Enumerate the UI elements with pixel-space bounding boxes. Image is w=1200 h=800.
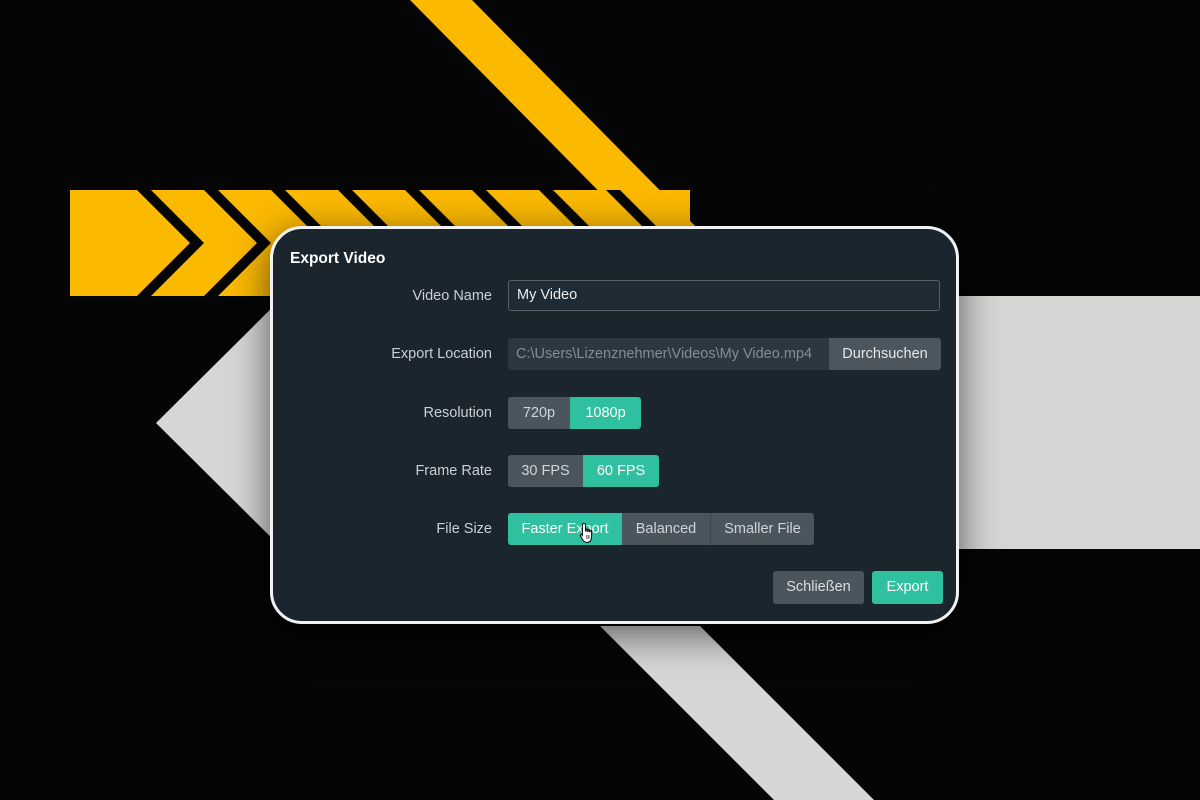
light-arrow-bar [940, 296, 1200, 549]
resolution-option-1080p[interactable]: 1080p [570, 397, 641, 429]
export-location-field[interactable]: C:\Users\Lizenznehmer\Videos\My Video.mp… [508, 338, 829, 370]
browse-button[interactable]: Durchsuchen [829, 338, 941, 370]
video-name-input[interactable]: My Video [508, 280, 940, 311]
file-size-label: File Size [436, 521, 492, 537]
resolution-option-720p[interactable]: 720p [508, 397, 570, 429]
file-size-option-faster-export[interactable]: Faster Export [508, 513, 622, 545]
file-size-option-balanced[interactable]: Balanced [622, 513, 710, 545]
export-location-label: Export Location [391, 346, 492, 362]
frame-rate-option-30fps[interactable]: 30 FPS [508, 455, 583, 487]
resolution-label: Resolution [423, 405, 492, 421]
export-button[interactable]: Export [872, 571, 943, 604]
close-button[interactable]: Schließen [773, 571, 864, 604]
frame-rate-label: Frame Rate [415, 463, 492, 479]
dialog-title: Export Video [290, 250, 386, 267]
export-video-dialog: Export Video Video Name My Video Export … [270, 226, 959, 624]
file-size-option-smaller-file[interactable]: Smaller File [710, 513, 814, 545]
hand-pointer-cursor-icon [579, 522, 593, 544]
video-name-label: Video Name [412, 288, 492, 304]
frame-rate-option-60fps[interactable]: 60 FPS [583, 455, 659, 487]
